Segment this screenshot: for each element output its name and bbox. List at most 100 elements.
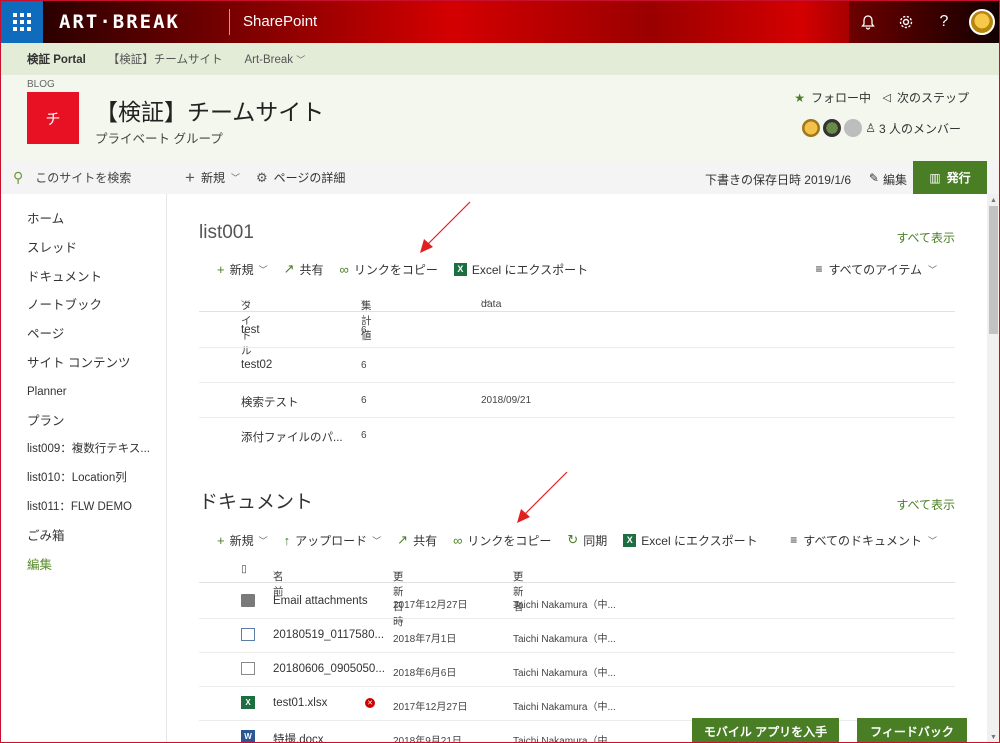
document-modified: 2018年6月6日 [393,668,457,679]
document-name[interactable]: Email attachments [273,595,368,607]
suite-icons: ? [849,1,999,43]
list-share-label: 共有 [299,262,324,277]
document-modified-by[interactable]: Taichi Nakamura（中... [513,596,616,611]
plus-icon: + [217,261,225,277]
doc-share-button[interactable]: ↗ 共有 [397,532,437,549]
nav-item-notebook[interactable]: ノートブック [27,291,150,320]
list-see-all-link[interactable]: すべて表示 [896,229,955,246]
word-file-icon: W [241,730,255,742]
nav-item-pages[interactable]: ページ [27,320,150,349]
list-excel-export-button[interactable]: X Excel にエクスポート [453,261,588,278]
document-modified: 2018年9月21日 [393,736,462,743]
document-modified-by[interactable]: Taichi Nakamura（中... [513,664,616,679]
edit-button[interactable]: ✎ 編集 [869,171,907,188]
app-name[interactable]: SharePoint [243,13,317,30]
error-icon[interactable]: ✕ [365,698,375,708]
nav-item-recycle-bin[interactable]: ごみ箱 [27,522,150,551]
get-mobile-app-button[interactable]: モバイル アプリを入手 [692,718,839,742]
list-row[interactable]: 検索テスト 6 2018/09/21 [199,383,955,418]
search-input[interactable]: ⚲ このサイトを検索 [1,161,167,194]
document-modified: 2017年12月27日 [393,600,468,611]
nav-item-list010[interactable]: list010：Location列 [27,464,150,493]
list-row[interactable]: test02 6 [199,348,955,383]
follow-button[interactable]: ★ フォロー中 [794,89,871,106]
link-icon: ∞ [453,532,463,548]
bell-icon[interactable] [849,1,887,43]
list-cell-sum: 6 [361,360,367,371]
scroll-up-icon[interactable]: ▲ [987,194,999,206]
list-share-button[interactable]: ↗ 共有 [284,261,324,278]
breadcrumb-team-site[interactable]: 【検証】チームサイト [108,51,223,67]
doc-upload-button[interactable]: ↑ アップロード ﹀ [284,532,382,549]
nav-item-plan[interactable]: プラン [27,407,150,436]
edit-label: 編集 [882,173,907,187]
gear-icon[interactable] [887,1,925,43]
list-row[interactable]: test 6 [199,313,955,348]
document-modified-by[interactable]: Taichi Nakamura（中... [513,698,616,713]
excel-file-icon: X [241,696,255,709]
scroll-down-icon[interactable]: ▼ [987,731,999,742]
nav-item-threads[interactable]: スレッド [27,234,150,263]
members-button[interactable]: ♙ 3 人のメンバー [802,119,961,137]
video-file-icon [241,628,255,641]
list-cell-title[interactable]: 検索テスト [241,394,299,410]
list-row[interactable]: 添付ファイルのパ... 6 [199,418,955,453]
nav-edit-link[interactable]: 編集 [27,551,150,580]
document-row[interactable]: X test01.xlsx ✕ 2017年12月27日 Taichi Nakam… [199,686,955,721]
document-row[interactable]: W 特撮.docx 2018年9月21日 Taichi Nakamura（中..… [199,720,955,743]
breadcrumb-art-break[interactable]: Art-Break ﹀ [244,53,305,66]
chevron-down-icon: ﹀ [481,300,491,310]
chevron-down-icon: ﹀ [927,264,937,275]
document-name[interactable]: 特撮.docx [273,731,324,742]
nav-item-planner[interactable]: Planner [27,378,150,407]
publish-button[interactable]: ▥ 発行 [913,161,987,194]
list-cell-title[interactable]: test [241,324,260,336]
search-placeholder: このサイトを検索 [35,171,132,185]
list-cell-title[interactable]: 添付ファイルのパ... [241,429,343,445]
document-modified-by[interactable]: Taichi Nakamura（中... [513,630,616,645]
nav-item-site-contents[interactable]: サイト コンテンツ [27,349,150,378]
new-button[interactable]: + 新規 ﹀ [185,168,240,188]
document-row[interactable]: 20180606_0905050... 2018年6月6日 Taichi Nak… [199,652,955,687]
document-name[interactable]: 20180606_0905050... [273,663,385,675]
feedback-button[interactable]: フィードバック [857,718,967,742]
file-type-column-icon[interactable]: ▯ [241,563,247,575]
nav-item-documents[interactable]: ドキュメント [27,263,150,292]
list-section-title[interactable]: list001 [199,222,254,244]
help-icon[interactable]: ? [925,1,963,43]
nav-item-list011[interactable]: list011：FLW DEMO [27,493,150,522]
nav-item-home[interactable]: ホーム [27,205,150,234]
breadcrumb-portal[interactable]: 検証 Portal [27,51,86,67]
next-step-button[interactable]: ◁ 次のステップ [883,89,969,106]
doc-view-selector[interactable]: ≡ すべてのドキュメント ﹀ [790,532,937,549]
doc-sync-button[interactable]: ↻ 同期 [567,532,607,549]
avatar[interactable] [969,9,995,35]
list-view-selector[interactable]: ≡ すべてのアイテム ﹀ [815,261,937,278]
doc-copy-link-button[interactable]: ∞ リンクをコピー [453,532,551,549]
doc-new-button[interactable]: + 新規 ﹀ [217,532,268,549]
document-row[interactable]: 20180519_0117580... 2018年7月1日 Taichi Nak… [199,618,955,653]
view-lines-icon: ≡ [815,262,823,276]
list-copy-link-button[interactable]: ∞ リンクをコピー [340,261,438,278]
documents-see-all-link[interactable]: すべて表示 [896,496,955,513]
document-name[interactable]: 20180519_0117580... [273,629,384,641]
gear-icon: ⚙ [255,169,268,185]
site-logo[interactable]: チ [27,92,79,144]
nav-item-list009[interactable]: list009：複数行テキス... [27,435,150,464]
documents-section-title[interactable]: ドキュメント [199,487,313,514]
star-icon: ★ [794,90,805,105]
document-modified-by[interactable]: Taichi Nakamura（中... [513,732,616,742]
page-title[interactable]: 【検証】チームサイト [95,93,324,127]
chevron-down-icon: ﹀ [927,535,937,546]
list-cell-title[interactable]: test02 [241,359,272,371]
sync-icon: ↻ [567,532,579,547]
chevron-down-icon: ﹀ [230,173,240,183]
brand-logo[interactable]: ART·BREAK [59,11,180,33]
scrollbar-thumb[interactable] [989,206,998,334]
app-launcher-button[interactable] [1,1,43,43]
doc-excel-export-button[interactable]: X Excel にエクスポート [623,532,758,549]
document-name[interactable]: test01.xlsx [273,697,327,709]
page-details-button[interactable]: ⚙ ページの詳細 [256,169,345,186]
list-new-button[interactable]: + 新規 ﹀ [217,261,268,278]
document-row[interactable]: Email attachments 2017年12月27日 Taichi Nak… [199,584,955,619]
